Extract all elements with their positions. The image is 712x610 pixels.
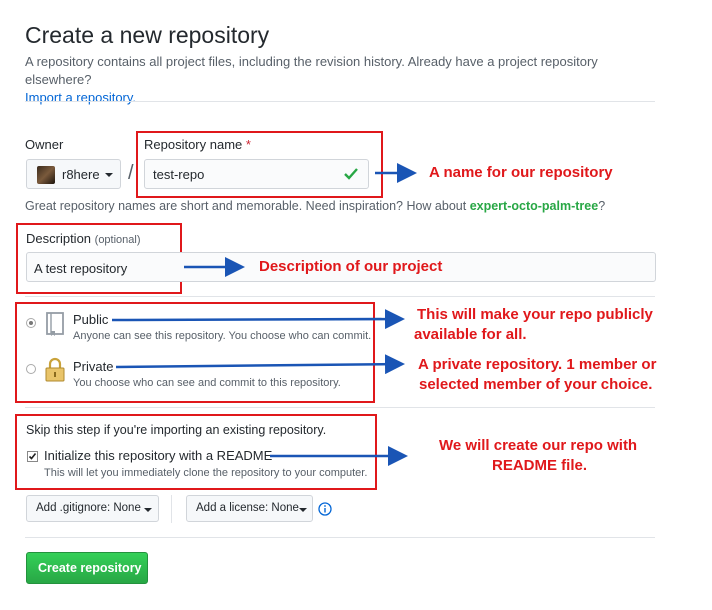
annotation-private-2: selected member of your choice.: [419, 376, 653, 393]
annotation-readme-2: README file.: [492, 457, 588, 474]
annotation-public-1: This will make your repo publicly: [417, 306, 653, 323]
annotation-description: Description of our project: [259, 258, 443, 275]
arrow-private: [115, 354, 405, 375]
annotation-private-1: A private repository. 1 member or: [418, 356, 657, 373]
arrow-public: [111, 309, 405, 330]
annotation-readme-1: We will create our repo with: [439, 437, 638, 454]
annotation-public-2: available for all.: [414, 326, 527, 343]
annotation-name: A name for our repository: [429, 164, 613, 181]
